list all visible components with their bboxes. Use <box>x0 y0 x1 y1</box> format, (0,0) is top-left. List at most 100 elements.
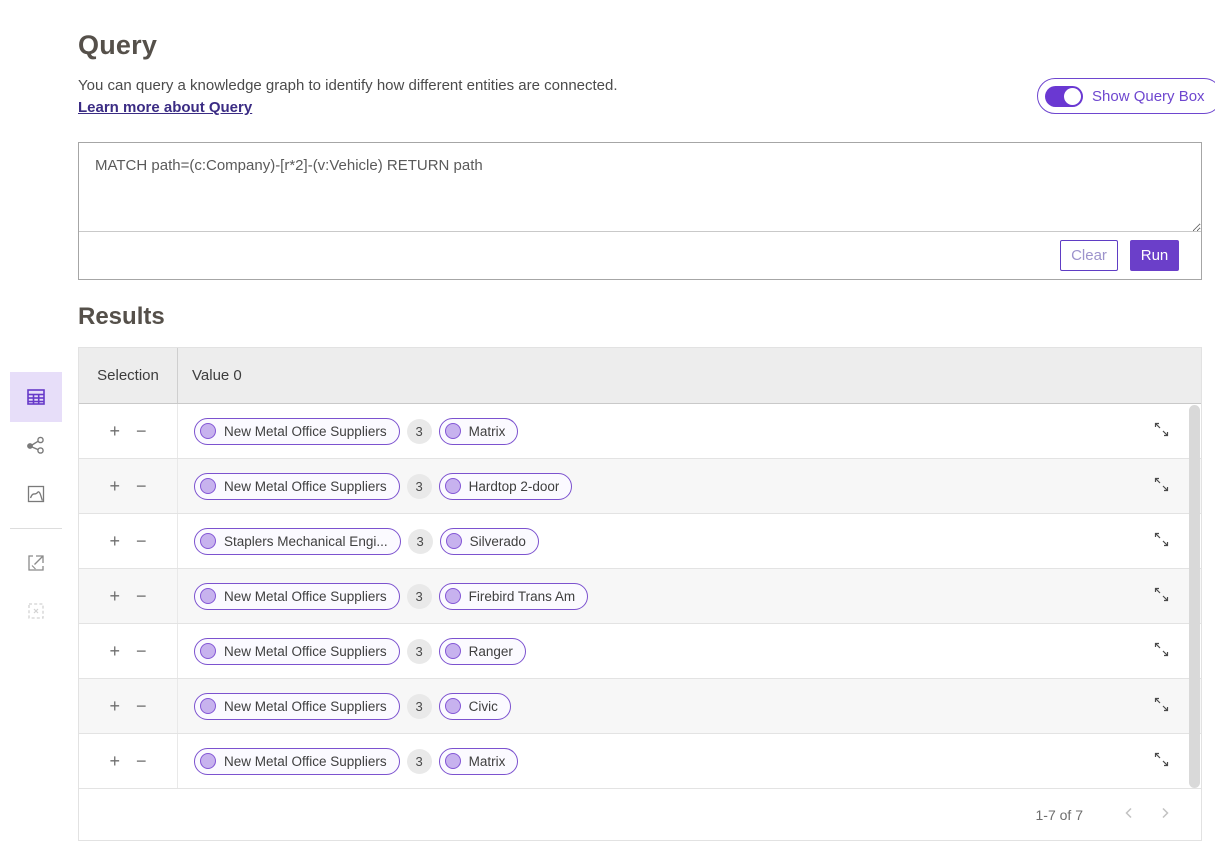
column-header-value0: Value 0 <box>178 367 1201 384</box>
toggle-knob <box>1064 88 1081 105</box>
selection-cell: + − <box>79 734 178 788</box>
expand-icon <box>1152 537 1171 552</box>
expand-icon <box>1152 482 1171 497</box>
table-row: + − Staplers Mechanical Engi... 3 Silver… <box>79 514 1201 569</box>
selection-cell: + − <box>79 679 178 733</box>
run-button[interactable]: Run <box>1130 240 1179 271</box>
path-cell: New Metal Office Suppliers 3 Matrix <box>178 734 1121 788</box>
selection-cell: + − <box>79 459 178 513</box>
table-row: + − New Metal Office Suppliers 3 Ranger <box>79 624 1201 679</box>
table-pagination: 1-7 of 7 <box>79 789 1201 840</box>
remove-selection-button[interactable]: − <box>134 695 149 717</box>
source-node-chip[interactable]: New Metal Office Suppliers <box>194 693 400 720</box>
node-icon <box>200 588 216 604</box>
expand-row-button[interactable] <box>1148 746 1175 776</box>
node-icon <box>445 423 461 439</box>
expand-row-button[interactable] <box>1148 691 1175 721</box>
expand-row-button[interactable] <box>1148 471 1175 501</box>
query-page: Query You can query a knowledge graph to… <box>0 0 1215 857</box>
target-node-chip[interactable]: Silverado <box>440 528 539 555</box>
hop-count-badge: 3 <box>407 419 432 444</box>
show-query-box-toggle[interactable]: Show Query Box <box>1037 78 1215 114</box>
source-node-chip[interactable]: Staplers Mechanical Engi... <box>194 528 401 555</box>
node-icon <box>445 478 461 494</box>
node-icon <box>445 643 461 659</box>
graph-view-tab[interactable] <box>10 422 62 470</box>
expand-row-button[interactable] <box>1148 416 1175 446</box>
expand-icon <box>1152 427 1171 442</box>
learn-more-link[interactable]: Learn more about Query <box>78 99 252 116</box>
previous-page-button[interactable] <box>1111 801 1147 828</box>
toggle-label: Show Query Box <box>1092 88 1205 105</box>
table-row: + − New Metal Office Suppliers 3 Hardtop… <box>79 459 1201 514</box>
table-view-tab[interactable] <box>10 372 62 422</box>
remove-selection-button[interactable]: − <box>134 530 149 552</box>
target-node-chip[interactable]: Firebird Trans Am <box>439 583 589 610</box>
node-icon <box>445 698 461 714</box>
target-node-chip[interactable]: Hardtop 2-door <box>439 473 573 500</box>
query-input[interactable]: MATCH path=(c:Company)-[r*2]-(v:Vehicle)… <box>79 143 1201 232</box>
source-node-chip[interactable]: New Metal Office Suppliers <box>194 583 400 610</box>
query-actions-bar: Clear Run <box>79 231 1201 279</box>
results-table: Selection Value 0 + − New Metal Office S… <box>78 347 1202 841</box>
table-row: + − New Metal Office Suppliers 3 Matrix <box>79 404 1201 459</box>
rail-divider <box>10 528 62 529</box>
add-selection-button[interactable]: + <box>107 640 122 662</box>
target-node-chip[interactable]: Matrix <box>439 748 519 775</box>
expand-icon <box>1152 592 1171 607</box>
source-node-chip[interactable]: New Metal Office Suppliers <box>194 473 400 500</box>
node-icon <box>200 423 216 439</box>
column-header-selection: Selection <box>79 348 178 403</box>
remove-selection-button[interactable]: − <box>134 640 149 662</box>
path-cell: Staplers Mechanical Engi... 3 Silverado <box>178 514 1121 568</box>
query-editor-panel: MATCH path=(c:Company)-[r*2]-(v:Vehicle)… <box>78 142 1202 280</box>
add-selection-button[interactable]: + <box>107 420 122 442</box>
add-selection-button[interactable]: + <box>107 695 122 717</box>
node-icon <box>200 478 216 494</box>
widget-tab-disabled <box>10 587 62 635</box>
source-node-chip[interactable]: New Metal Office Suppliers <box>194 418 400 445</box>
path-cell: New Metal Office Suppliers 3 Hardtop 2-d… <box>178 459 1121 513</box>
next-page-button[interactable] <box>1147 801 1183 828</box>
clear-button[interactable]: Clear <box>1060 240 1118 271</box>
results-table-body: + − New Metal Office Suppliers 3 Matrix … <box>79 404 1201 789</box>
selection-cell: + − <box>79 514 178 568</box>
toggle-switch-icon[interactable] <box>1045 86 1083 107</box>
path-cell: New Metal Office Suppliers 3 Ranger <box>178 624 1121 678</box>
chevron-right-icon <box>1157 809 1173 824</box>
hop-count-badge: 3 <box>407 584 432 609</box>
selection-cell: + − <box>79 404 178 458</box>
add-selection-button[interactable]: + <box>107 750 122 772</box>
export-tab[interactable] <box>10 539 62 587</box>
add-selection-button[interactable]: + <box>107 475 122 497</box>
expand-icon <box>1152 647 1171 662</box>
expand-row-button[interactable] <box>1148 581 1175 611</box>
expand-row-button[interactable] <box>1148 526 1175 556</box>
target-node-chip[interactable]: Matrix <box>439 418 519 445</box>
hop-count-badge: 3 <box>407 474 432 499</box>
graph-view-icon <box>25 435 47 457</box>
node-icon <box>445 753 461 769</box>
source-node-chip[interactable]: New Metal Office Suppliers <box>194 638 400 665</box>
remove-selection-button[interactable]: − <box>134 750 149 772</box>
target-node-chip[interactable]: Ranger <box>439 638 526 665</box>
chart-view-tab[interactable] <box>10 470 62 518</box>
node-icon <box>200 753 216 769</box>
remove-selection-button[interactable]: − <box>134 585 149 607</box>
hop-count-badge: 3 <box>407 749 432 774</box>
path-cell: New Metal Office Suppliers 3 Matrix <box>178 404 1121 458</box>
results-table-header: Selection Value 0 <box>79 348 1201 404</box>
table-row: + − New Metal Office Suppliers 3 Firebir… <box>79 569 1201 624</box>
remove-selection-button[interactable]: − <box>134 475 149 497</box>
target-node-chip[interactable]: Civic <box>439 693 511 720</box>
expand-row-button[interactable] <box>1148 636 1175 666</box>
chart-view-icon <box>25 483 47 505</box>
table-view-icon <box>24 385 48 409</box>
node-icon <box>445 588 461 604</box>
add-selection-button[interactable]: + <box>107 585 122 607</box>
remove-selection-button[interactable]: − <box>134 420 149 442</box>
add-selection-button[interactable]: + <box>107 530 122 552</box>
vertical-scrollbar[interactable] <box>1189 405 1200 788</box>
source-node-chip[interactable]: New Metal Office Suppliers <box>194 748 400 775</box>
path-cell: New Metal Office Suppliers 3 Firebird Tr… <box>178 569 1121 623</box>
